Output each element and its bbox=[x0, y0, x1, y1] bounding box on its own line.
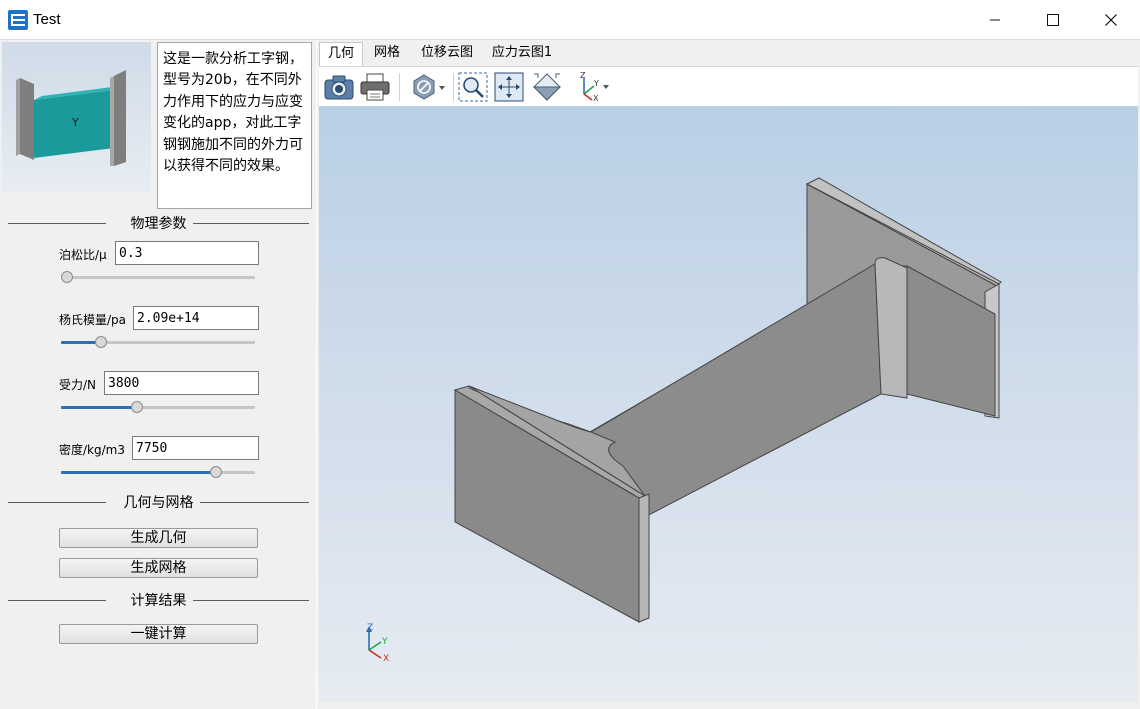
compute-button[interactable]: 一键计算 bbox=[59, 624, 258, 644]
slider-handle[interactable] bbox=[131, 401, 143, 413]
maximize-button[interactable] bbox=[1024, 0, 1082, 40]
youngs-modulus-input[interactable]: 2.09e+14 bbox=[133, 306, 259, 330]
fit-all-button[interactable] bbox=[493, 71, 525, 103]
render-mode-button[interactable] bbox=[411, 71, 447, 103]
axis-triad: Z Y X bbox=[366, 623, 389, 664]
status-strip bbox=[317, 702, 1140, 709]
axis-z-label: Z bbox=[580, 72, 586, 80]
left-panel: Y 这是一款分析工字钢，型号为20b，在不同外力作用下的应力与应变变化的app，… bbox=[0, 40, 316, 709]
tab-displacement[interactable]: 位移云图 bbox=[413, 42, 481, 66]
poisson-ratio-input[interactable]: 0.3 bbox=[115, 241, 259, 265]
geometry-mesh-header: 几何与网格 bbox=[117, 495, 200, 511]
geometry-mesh-section: 几何与网格 bbox=[8, 492, 309, 512]
density-label: 密度/kg/m3 bbox=[59, 443, 125, 457]
axis-orientation-icon: Z Y X bbox=[580, 72, 609, 102]
axis-x-label: X bbox=[593, 94, 599, 102]
svg-text:Y: Y bbox=[71, 116, 79, 129]
generate-geometry-button[interactable]: 生成几何 bbox=[59, 528, 258, 548]
app-icon bbox=[8, 10, 28, 30]
triad-z-label: Z bbox=[367, 623, 373, 633]
force-slider[interactable] bbox=[61, 401, 255, 413]
toolbar-separator bbox=[453, 73, 454, 101]
poisson-ratio-slider[interactable] bbox=[61, 271, 255, 283]
window-title: Test bbox=[33, 11, 61, 28]
tab-geometry[interactable]: 几何 bbox=[319, 42, 363, 66]
camera-icon bbox=[324, 75, 354, 100]
results-section: 计算结果 bbox=[8, 590, 309, 610]
slider-handle[interactable] bbox=[61, 271, 73, 283]
app-description: 这是一款分析工字钢，型号为20b，在不同外力作用下的应力与应变变化的app，对此… bbox=[157, 42, 312, 209]
view-orientation-button[interactable] bbox=[531, 71, 563, 103]
slider-handle[interactable] bbox=[95, 336, 107, 348]
youngs-modulus-label: 杨氏模量/pa bbox=[59, 313, 127, 327]
tab-bar: 几何 网格 位移云图 应力云图1 bbox=[317, 40, 1140, 66]
toolbar: Z Y X bbox=[319, 66, 1138, 106]
axis-y-label: Y bbox=[593, 79, 599, 88]
right-area: 几何 网格 位移云图 应力云图1 Z Y X Z Y X bbox=[317, 40, 1140, 709]
force-label: 受力/N bbox=[59, 378, 97, 392]
tab-mesh[interactable]: 网格 bbox=[365, 42, 409, 66]
minimize-icon bbox=[990, 19, 1000, 21]
maximize-icon bbox=[1047, 14, 1059, 26]
i-beam-model: Z Y X bbox=[366, 177, 1002, 664]
title-bar: Test bbox=[0, 0, 1140, 40]
triad-y-label: Y bbox=[381, 637, 388, 647]
tab-stress[interactable]: 应力云图1 bbox=[485, 42, 559, 66]
close-button[interactable] bbox=[1082, 0, 1140, 40]
minimize-button[interactable] bbox=[966, 0, 1024, 40]
fit-all-icon bbox=[494, 72, 524, 102]
triad-x-label: X bbox=[383, 654, 389, 664]
screenshot-button[interactable] bbox=[323, 71, 355, 103]
toolbar-separator bbox=[399, 73, 400, 101]
poisson-ratio-label: 泊松比/μ bbox=[59, 248, 107, 262]
zoom-box-button[interactable] bbox=[457, 71, 489, 103]
force-input[interactable]: 3800 bbox=[104, 371, 259, 395]
generate-mesh-button[interactable]: 生成网格 bbox=[59, 558, 258, 578]
physical-params-section: 物理参数 bbox=[8, 213, 309, 233]
youngs-modulus-slider[interactable] bbox=[61, 336, 255, 348]
close-icon bbox=[1105, 14, 1117, 26]
slider-handle[interactable] bbox=[210, 466, 222, 478]
view-diamond-icon bbox=[532, 73, 562, 101]
beam-thumbnail: Y bbox=[2, 42, 151, 192]
density-slider[interactable] bbox=[61, 466, 255, 478]
physical-params-header: 物理参数 bbox=[124, 216, 193, 232]
results-header: 计算结果 bbox=[124, 593, 193, 609]
zoom-box-icon bbox=[458, 72, 488, 102]
density-input[interactable]: 7750 bbox=[132, 436, 259, 460]
render-mode-icon bbox=[413, 74, 445, 100]
print-button[interactable] bbox=[359, 71, 391, 103]
axis-orientation-button[interactable]: Z Y X bbox=[575, 71, 613, 103]
3d-viewport[interactable]: Z Y X bbox=[319, 106, 1138, 702]
print-icon bbox=[360, 73, 390, 101]
